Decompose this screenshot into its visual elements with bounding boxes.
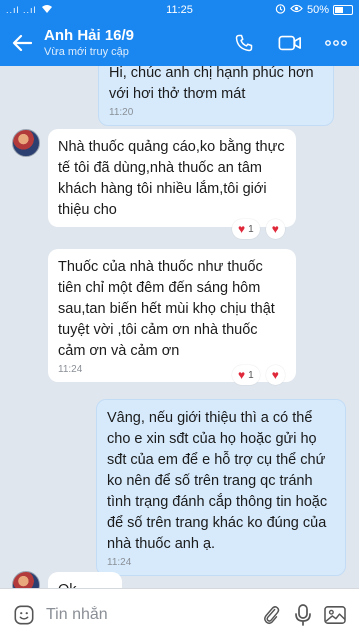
heart-icon: ♥	[271, 368, 279, 382]
image-icon	[324, 605, 346, 624]
chat-header: Anh Hải 16/9 Vừa mới truy cập	[0, 20, 359, 66]
message-time: 11:24	[107, 557, 132, 568]
video-call-icon	[278, 35, 301, 51]
message-time: 11:20	[109, 107, 134, 118]
input-bar	[0, 588, 359, 640]
video-call-button[interactable]	[267, 20, 313, 66]
message-text: Nhà thuốc quảng cáo,ko bằng thực tế tôi …	[58, 139, 285, 218]
message-input[interactable]	[40, 596, 255, 633]
emoji-icon	[14, 605, 34, 624]
voice-button[interactable]	[287, 595, 319, 635]
heart-icon: ♥	[238, 222, 246, 236]
avatar[interactable]	[12, 571, 40, 588]
reaction-row: ♥ 1 ♥	[232, 219, 285, 239]
call-button[interactable]	[221, 20, 267, 66]
heart-icon: ♥	[271, 222, 279, 236]
emoji-button[interactable]	[8, 595, 40, 635]
reaction-count[interactable]: ♥ 1	[232, 365, 260, 385]
image-button[interactable]	[319, 595, 351, 635]
message-bubble-outgoing[interactable]: Hi, chúc anh chị hạnh phúc hơn với hơi t…	[98, 66, 334, 126]
reaction-row: ♥ 1 ♥	[232, 365, 285, 385]
status-bar: ..ıl ..ıl 11:25 50%	[0, 0, 359, 20]
message-list[interactable]: Hi, chúc anh chị hạnh phúc hơn với hơi t…	[0, 66, 359, 588]
attach-button[interactable]	[255, 595, 287, 635]
message-bubble-incoming[interactable]: Ok	[48, 572, 122, 588]
battery-icon	[333, 5, 353, 15]
contact-status: Vừa mới truy cập	[44, 46, 129, 58]
more-icon	[325, 40, 347, 46]
back-button[interactable]	[0, 20, 44, 66]
attachment-icon	[264, 605, 280, 624]
phone-icon	[235, 34, 253, 52]
contact-info[interactable]: Anh Hải 16/9 Vừa mới truy cập	[44, 27, 221, 59]
reaction-count[interactable]: ♥ 1	[232, 219, 260, 239]
react-button[interactable]: ♥	[265, 219, 285, 239]
back-arrow-icon	[12, 34, 32, 52]
message-text: Hi, chúc anh chị hạnh phúc hơn với hơi t…	[109, 66, 314, 102]
microphone-icon	[295, 603, 311, 626]
message-text: Thuốc của nhà thuốc như thuốc tiên chỉ m…	[58, 259, 275, 359]
react-button[interactable]: ♥	[265, 365, 285, 385]
clock: 11:25	[166, 4, 193, 16]
message-bubble-outgoing[interactable]: Vâng, nếu giới thiệu thì a có thể cho e …	[96, 399, 346, 576]
more-options-button[interactable]	[313, 20, 359, 66]
heart-icon: ♥	[238, 368, 246, 382]
message-text: Vâng, nếu giới thiệu thì a có thể cho e …	[107, 410, 328, 552]
contact-name: Anh Hải 16/9	[44, 27, 135, 44]
message-bubble-incoming[interactable]: Nhà thuốc quảng cáo,ko bằng thực tế tôi …	[48, 129, 296, 227]
avatar[interactable]	[12, 129, 40, 157]
message-bubble-incoming[interactable]: Thuốc của nhà thuốc như thuốc tiên chỉ m…	[48, 249, 296, 382]
